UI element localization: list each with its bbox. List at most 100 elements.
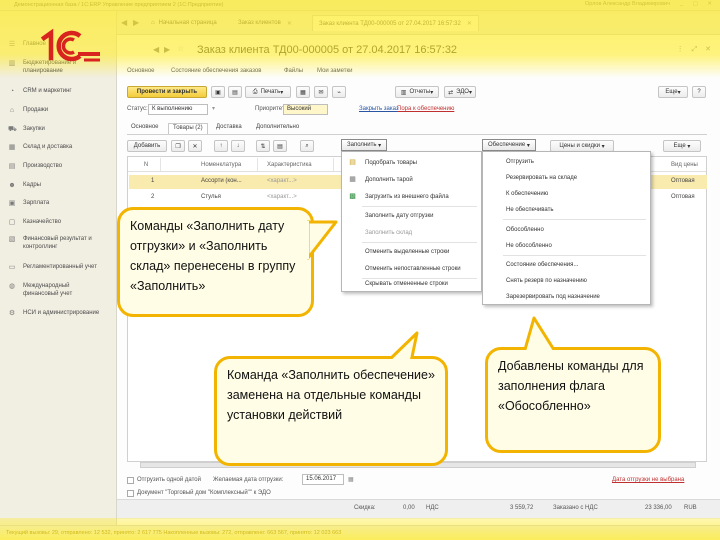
desired-date-label: Желаемая дата отгрузки: bbox=[213, 477, 284, 483]
sidebar-item-ifrs[interactable]: ◍ Международный финансовый учет bbox=[8, 283, 104, 298]
menu-item-pick-goods[interactable]: ▤ Подобрать товары bbox=[342, 154, 481, 171]
menu-item-separately[interactable]: Обособленно bbox=[483, 221, 650, 238]
sort-button[interactable]: ⇅ bbox=[256, 140, 270, 152]
help-button[interactable]: ? bbox=[692, 86, 706, 98]
edo-button[interactable]: ⇄ ЭДО ▾ bbox=[444, 86, 476, 98]
attach-button[interactable]: ⌁ bbox=[332, 86, 346, 98]
discount-label: Скидка: bbox=[354, 505, 376, 511]
tab-additional[interactable]: Дополнительно bbox=[252, 123, 303, 134]
priority-select[interactable]: Высокий bbox=[283, 104, 328, 115]
menu-item-add-container[interactable]: ▦ Дополнить тарой bbox=[342, 171, 481, 188]
status-select[interactable]: К выполнению bbox=[148, 104, 208, 115]
favorite-star-icon[interactable]: ☆ bbox=[177, 44, 184, 53]
menu-item-provision-state[interactable]: Состояние обеспечения... bbox=[483, 256, 650, 273]
search-button[interactable]: ⌕ bbox=[300, 140, 314, 152]
doc-subtab-main[interactable]: Основное bbox=[127, 68, 155, 74]
sidebar-item-treasury[interactable]: ▢ Казначейство bbox=[8, 219, 61, 227]
status-dropdown-icon[interactable]: ▾ bbox=[212, 105, 215, 112]
tab-order-document[interactable]: Заказ клиента ТД00-000005 от 27.04.2017 … bbox=[312, 15, 479, 31]
status-label: Статус: bbox=[127, 106, 148, 112]
sort-icon: ⇅ bbox=[260, 143, 266, 150]
menu-item-cancel-selected[interactable]: Отменить выделенные строки bbox=[342, 243, 481, 260]
page-title: Заказ клиента ТД00-000005 от 27.04.2017 … bbox=[197, 44, 458, 56]
close-order-link[interactable]: Закрыть заказ bbox=[359, 106, 399, 112]
menu-item-fill-ship-date[interactable]: Заполнить дату отгрузки bbox=[342, 207, 481, 224]
sidebar-item-finance[interactable]: ▧ Финансовый результат и контроллинг bbox=[8, 236, 110, 251]
menu-item-not-separately[interactable]: Не обособленно bbox=[483, 237, 650, 254]
warehouse-icon: ▦ bbox=[8, 144, 16, 151]
menu-item-do-not-provide[interactable]: Не обеспечивать bbox=[483, 201, 650, 218]
tab-orders-list[interactable]: Заказ клиентов ✕ bbox=[232, 15, 298, 31]
col-header-characteristic[interactable]: Характеристика bbox=[264, 158, 334, 171]
edo-checkbox[interactable] bbox=[127, 490, 134, 497]
tab-main[interactable]: Основное bbox=[127, 123, 163, 134]
mail-button[interactable]: ✉ bbox=[314, 86, 328, 98]
tab-home[interactable]: ⌂ Начальная страница bbox=[145, 15, 223, 31]
menu-item-remove-reserve[interactable]: Снять резерв по назначению bbox=[483, 272, 650, 289]
ship-one-date-checkbox[interactable] bbox=[127, 477, 134, 484]
close-icon[interactable]: ✕ bbox=[467, 20, 472, 27]
print-button[interactable]: ⎙ Печать ▾ bbox=[245, 86, 291, 98]
delete-row-button[interactable]: ✕ bbox=[188, 140, 202, 152]
sidebar-item-crm[interactable]: ◔ CRM и маркетинг bbox=[8, 88, 72, 96]
doc-subtab-files[interactable]: Файлы bbox=[284, 68, 303, 74]
doc-back-icon[interactable]: ◀ bbox=[153, 45, 163, 55]
provision-menu-button[interactable]: Обеспечение ▾ bbox=[482, 139, 536, 151]
globe-icon: ◍ bbox=[8, 283, 16, 290]
menu-item-to-provide[interactable]: К обеспечению bbox=[483, 185, 650, 202]
doc-subtab-provision-state[interactable]: Состояние обеспечения заказов bbox=[171, 68, 261, 74]
sidebar-item-salary[interactable]: ▣ Зарплата bbox=[8, 200, 50, 208]
excel-icon: ▩ bbox=[349, 193, 356, 200]
desired-date-field[interactable]: 15.06.2017 bbox=[302, 474, 344, 485]
post-and-close-button[interactable]: Провести и закрыть bbox=[127, 86, 207, 98]
table-more-button[interactable]: Еще ▾ bbox=[663, 140, 701, 152]
col-header-item[interactable]: Номенклатура bbox=[198, 158, 258, 171]
window-controls[interactable]: _ ▢ ✕ bbox=[680, 1, 716, 7]
add-row-button[interactable]: Добавить bbox=[127, 140, 167, 152]
tab-delivery[interactable]: Доставка bbox=[212, 123, 246, 134]
more-button[interactable]: Еще ▾ bbox=[658, 86, 688, 98]
doc-forward-icon[interactable]: ▶ bbox=[164, 45, 174, 55]
calendar-icon[interactable]: ▦ bbox=[348, 476, 354, 483]
menu-item-reserve-for-purpose[interactable]: Зарезервировать под назначение bbox=[483, 288, 650, 305]
menu-item-hide-cancelled[interactable]: Скрывать отмененные строки bbox=[342, 275, 481, 292]
menu-item-reserve[interactable]: Резервировать на складе bbox=[483, 169, 650, 186]
sidebar-item-production[interactable]: ▤ Производство bbox=[8, 163, 62, 171]
to-provision-link[interactable]: Пора к обеспечению bbox=[397, 106, 454, 112]
sidebar-item-hr[interactable]: ☻ Кадры bbox=[8, 182, 41, 190]
close-icon[interactable]: ✕ bbox=[287, 20, 292, 27]
fill-menu-button[interactable]: Заполнить ▾ bbox=[341, 139, 388, 151]
tab-divider bbox=[127, 134, 707, 135]
sidebar-item-purchases[interactable]: ⛟ Закупки bbox=[8, 126, 45, 134]
ship-date-warning-link[interactable]: Дата отгрузки не выбрана bbox=[612, 477, 684, 483]
back-arrow-icon[interactable]: ◀ bbox=[121, 18, 131, 28]
col-header-price-type[interactable]: Вид цены bbox=[668, 158, 706, 171]
sidebar-item-warehouse[interactable]: ▦ Склад и доставка bbox=[8, 144, 73, 152]
finance-icon: ▧ bbox=[8, 236, 16, 243]
sidebar-item-sales[interactable]: ⌂ Продажи bbox=[8, 107, 48, 115]
save-button[interactable]: ▣ bbox=[211, 86, 225, 98]
current-user[interactable]: Орлов Александр Владимирович bbox=[585, 1, 670, 7]
menu-item-load-file[interactable]: ▩ Загрузить из внешнего файла bbox=[342, 188, 481, 205]
structure-button[interactable]: ▦ bbox=[296, 86, 310, 98]
copy-row-button[interactable]: ❐ bbox=[171, 140, 185, 152]
doc-subtab-notes[interactable]: Мои заметки bbox=[317, 68, 353, 74]
menu-item-fill-warehouse[interactable]: Заполнить склад bbox=[342, 224, 481, 241]
reports-button[interactable]: ▥ Отчеты ▾ bbox=[395, 86, 439, 98]
status-bar: Текущий вызовы: 29, отправлено: 12 532, … bbox=[0, 525, 720, 540]
sidebar-item-reg-accounting[interactable]: ▭ Регламентированный учет bbox=[8, 264, 97, 272]
callout-pointer bbox=[305, 220, 338, 260]
pick-goods-button[interactable]: ▤ bbox=[273, 140, 287, 152]
doc-window-controls[interactable]: ⋮ ⤢ ✕ bbox=[677, 45, 714, 54]
move-up-button[interactable]: ↑ bbox=[214, 140, 228, 152]
move-down-button[interactable]: ↓ bbox=[231, 140, 245, 152]
post-button[interactable]: ▤ bbox=[228, 86, 242, 98]
tab-goods[interactable]: Товары (2) bbox=[168, 123, 208, 134]
forward-arrow-icon[interactable]: ▶ bbox=[133, 18, 143, 28]
sidebar-item-admin[interactable]: ⚙ НСИ и администрирование bbox=[8, 310, 104, 318]
pick-icon: ▤ bbox=[349, 159, 356, 166]
menu-item-ship[interactable]: Отгрузить bbox=[483, 153, 650, 170]
col-header-n[interactable]: N bbox=[129, 158, 161, 171]
reports-icon: ▥ bbox=[400, 89, 407, 96]
mail-icon: ✉ bbox=[318, 89, 324, 96]
